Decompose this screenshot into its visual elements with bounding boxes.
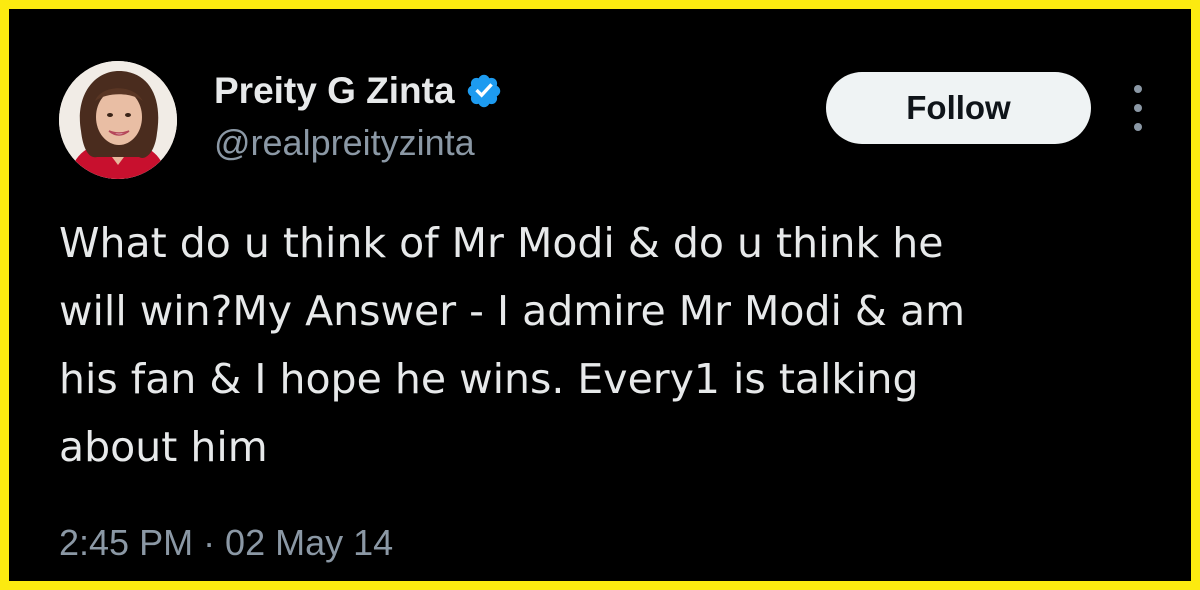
ellipsis-dot (1134, 85, 1142, 93)
author-name-row: Preity G Zinta (214, 69, 503, 113)
author-display-name[interactable]: Preity G Zinta (214, 69, 455, 113)
ellipsis-dot (1134, 104, 1142, 112)
tweet-timestamp[interactable]: 2:45 PM · 02 May 14 (59, 519, 393, 567)
tweet-text: What do u think of Mr Modi & do u think … (59, 219, 966, 471)
verified-badge-icon (467, 74, 500, 108)
author-avatar[interactable] (59, 61, 177, 179)
ellipsis-dot (1134, 123, 1142, 131)
author-handle[interactable]: @realpreityzinta (214, 121, 475, 165)
profile-photo-icon (59, 61, 177, 179)
screenshot-frame: Preity G Zinta @realpreityzinta Follow W… (0, 0, 1200, 590)
follow-button[interactable]: Follow (826, 72, 1091, 144)
vertical-ellipsis-icon[interactable] (1123, 85, 1153, 131)
